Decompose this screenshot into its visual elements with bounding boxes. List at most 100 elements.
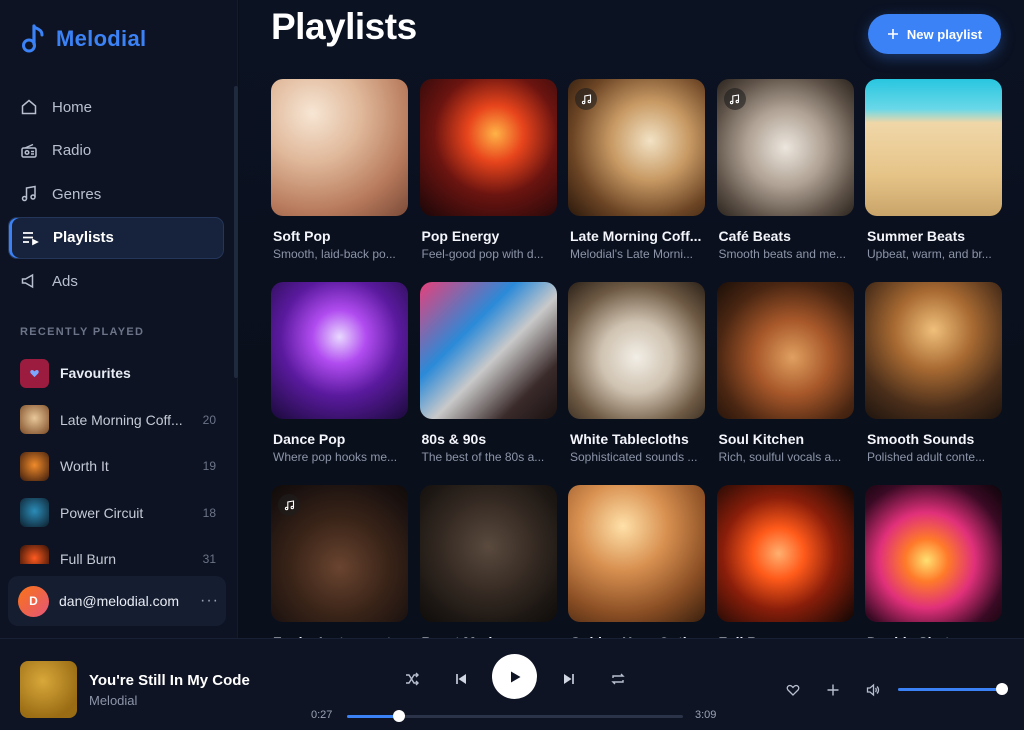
- playlist-title[interactable]: Late Morning Coff...: [568, 228, 705, 244]
- playlist-cover[interactable]: [271, 79, 408, 216]
- logo[interactable]: Melodial: [20, 24, 146, 54]
- recent-item[interactable]: Late Morning Coff... 20: [20, 397, 216, 444]
- play-icon: [510, 671, 520, 682]
- volume-slider[interactable]: [898, 683, 1008, 695]
- nav-label: Home: [52, 98, 93, 116]
- playlist-cover[interactable]: [419, 282, 557, 419]
- nav-item-genres[interactable]: Genres: [8, 173, 224, 215]
- more-options-icon[interactable]: ···: [200, 592, 226, 610]
- playlist-card[interactable]: Smooth Sounds Polished adult conte...: [865, 282, 1002, 485]
- playlist-card[interactable]: White Tablecloths Sophisticated sounds ..…: [568, 282, 705, 485]
- playlist-description: Smooth, laid-back po...: [273, 247, 396, 261]
- user-email: dan@melodial.com: [59, 593, 180, 609]
- nav-item-playlists[interactable]: Playlists: [8, 216, 224, 259]
- playlist-cover[interactable]: [865, 485, 1002, 622]
- recent-item-name: Full Burn: [60, 551, 117, 564]
- music-note-icon: [21, 185, 36, 202]
- playlist-title[interactable]: 80s & 90s: [420, 431, 557, 447]
- playlist-description: Upbeat, warm, and br...: [867, 247, 992, 261]
- playlist-title[interactable]: White Tablecloths: [568, 431, 705, 447]
- playlist-card[interactable]: Soft Pop Smooth, laid-back po...: [271, 79, 408, 282]
- playlist-card[interactable]: 80s & 90s The best of the 80s a...: [419, 282, 557, 485]
- playlist-card[interactable]: Beast Mode: [419, 485, 557, 638]
- recent-item[interactable]: Power Circuit 18: [20, 490, 216, 537]
- playlist-title[interactable]: Soul Kitchen: [717, 431, 854, 447]
- recent-item-thumb: [20, 405, 49, 435]
- playlist-cover[interactable]: [716, 282, 854, 419]
- playlist-cover[interactable]: [271, 485, 408, 622]
- progress-fill: [347, 715, 400, 718]
- music-note-badge: [278, 494, 300, 516]
- playlist-cover[interactable]: [419, 485, 557, 622]
- now-playing-artwork[interactable]: [20, 661, 77, 718]
- playlist-card[interactable]: Summer Beats Upbeat, warm, and br...: [865, 79, 1002, 282]
- playlist-card[interactable]: Pop Energy Feel-good pop with d...: [419, 79, 557, 282]
- playlist-card[interactable]: Late Morning Coff... Melodial's Late Morn…: [568, 79, 705, 282]
- playlist-title[interactable]: Dance Pop: [271, 431, 408, 447]
- volume-button[interactable]: [864, 681, 882, 699]
- megaphone-icon: [21, 273, 34, 289]
- home-icon: [21, 99, 37, 115]
- recent-item[interactable]: Full Burn 31: [20, 536, 216, 564]
- add-to-playlist-button[interactable]: [824, 681, 842, 699]
- volume-icon: [866, 683, 880, 697]
- nav-item-radio[interactable]: Radio: [8, 130, 224, 172]
- recent-item-name: Power Circuit: [60, 504, 144, 521]
- previous-button[interactable]: [451, 669, 471, 689]
- now-playing-title[interactable]: You're Still In My Code: [89, 672, 250, 689]
- playlist-card[interactable]: Double Shot: [865, 485, 1002, 638]
- playlist-cover[interactable]: [271, 282, 408, 419]
- recent-item-thumb: [20, 498, 49, 528]
- skip-previous-icon: [456, 674, 466, 684]
- plus-icon: [827, 684, 839, 696]
- like-button[interactable]: [784, 681, 802, 699]
- recent-item[interactable]: Worth It 19: [20, 443, 216, 490]
- volume-handle[interactable]: [995, 683, 1008, 695]
- playlist-card[interactable]: Full Burn: [716, 485, 854, 638]
- playlist-title[interactable]: Café Beats: [717, 228, 854, 244]
- repeat-button[interactable]: [608, 669, 628, 689]
- nav-item-home[interactable]: Home: [8, 86, 224, 128]
- total-time: 3:09: [695, 709, 717, 721]
- shuffle-button[interactable]: [402, 669, 422, 689]
- playlist-card[interactable]: Golden Hour Opti...: [568, 485, 705, 638]
- playlist-card[interactable]: Café Beats Smooth beats and me...: [716, 79, 854, 282]
- playlist-cover[interactable]: [865, 79, 1002, 216]
- music-note-badge: [575, 88, 597, 110]
- sidebar-scrollbar[interactable]: [234, 86, 238, 378]
- play-button[interactable]: [492, 654, 537, 699]
- playlist-cover[interactable]: [716, 485, 854, 622]
- playlist-card[interactable]: Soul Kitchen Rich, soulful vocals a...: [716, 282, 854, 485]
- progress-handle[interactable]: [393, 710, 406, 722]
- recent-item-favourites[interactable]: Favourites: [20, 350, 216, 397]
- user-account[interactable]: D dan@melodial.com ···: [8, 576, 226, 626]
- playlist-description: Smooth beats and me...: [718, 247, 846, 261]
- playlist-description: Feel-good pop with d...: [421, 247, 544, 261]
- now-playing-artist[interactable]: Melodial: [89, 693, 137, 708]
- playlist-description: Polished adult conte...: [867, 450, 986, 464]
- next-button[interactable]: [559, 669, 579, 689]
- playlist-icon: [23, 231, 39, 245]
- playlist-cover[interactable]: [568, 485, 705, 622]
- playlist-cover[interactable]: [419, 79, 557, 216]
- main-nav: Home Radio Genres Playlists Ads: [8, 86, 224, 304]
- progress-bar[interactable]: [347, 710, 683, 722]
- playlist-title[interactable]: Pop Energy: [420, 228, 557, 244]
- playlist-title[interactable]: Summer Beats: [865, 228, 1002, 244]
- playlist-title[interactable]: Soft Pop: [271, 228, 408, 244]
- playlist-cover[interactable]: [568, 79, 705, 216]
- elapsed-time: 0:27: [311, 709, 333, 721]
- recent-item-name: Late Morning Coff...: [60, 411, 183, 428]
- playlist-cover[interactable]: [568, 282, 705, 419]
- nav-item-ads[interactable]: Ads: [8, 260, 224, 302]
- playlist-cover[interactable]: [716, 79, 854, 216]
- playlist-title[interactable]: Smooth Sounds: [865, 431, 1002, 447]
- new-playlist-button[interactable]: New playlist: [868, 14, 1001, 54]
- playlist-description: The best of the 80s a...: [421, 450, 545, 464]
- nav-label: Playlists: [53, 229, 114, 246]
- playlist-cover[interactable]: [865, 282, 1002, 419]
- plus-icon: [887, 29, 898, 39]
- playlist-card[interactable]: Dance Pop Where pop hooks me...: [271, 282, 408, 485]
- player-bar: You're Still In My Code Melodial 0:27 3:…: [0, 638, 1024, 730]
- playlist-card[interactable]: Funk - Instrument...: [271, 485, 408, 638]
